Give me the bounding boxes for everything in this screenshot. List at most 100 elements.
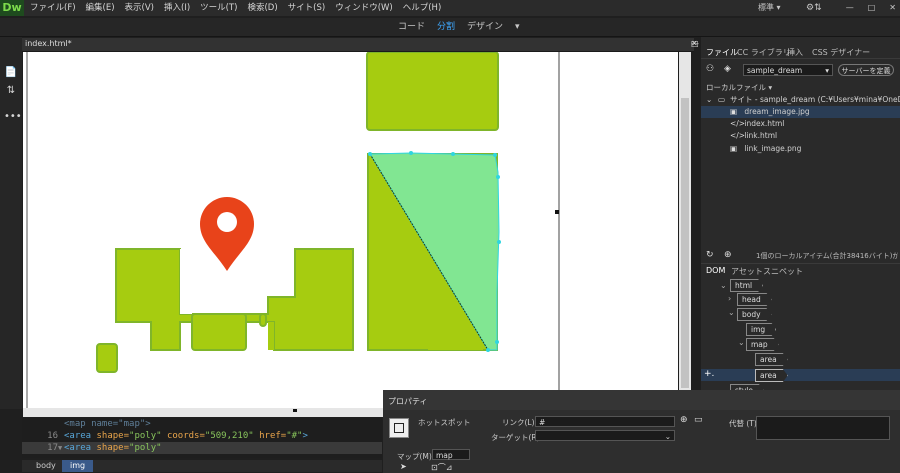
target-select[interactable]: ⌄ <box>535 430 675 441</box>
hotspot-point[interactable] <box>486 348 490 352</box>
tab-code[interactable]: コード <box>398 18 425 36</box>
document-icon[interactable]: 📄 <box>4 67 18 78</box>
menu-window[interactable]: ウィンドウ(W) <box>335 0 393 16</box>
dom-node-area-selected[interactable]: area <box>755 369 788 382</box>
fold-icon[interactable]: ▼ <box>58 442 62 454</box>
chevron-down-icon[interactable]: ⌄ <box>738 338 745 347</box>
file-name: link_image.png <box>744 144 802 153</box>
tab-design[interactable]: デザイン <box>467 18 503 36</box>
folder-icon: ▭ <box>718 95 726 104</box>
add-element-icon[interactable]: +. <box>704 369 714 379</box>
connect-icon[interactable]: ⚇ <box>706 64 714 74</box>
app-logo: Dw <box>0 0 24 16</box>
file-row[interactable]: ▣ link_image.png <box>730 143 801 155</box>
alt-label: 代替 (T) <box>729 419 757 428</box>
chevron-down-icon[interactable]: ⌄ <box>720 281 727 290</box>
tab-assets[interactable]: アセット <box>731 266 763 277</box>
map-name-input[interactable]: map <box>432 449 470 460</box>
menu-site[interactable]: サイト(S) <box>288 0 326 16</box>
hotspot-point[interactable] <box>451 152 455 156</box>
close-button[interactable]: ✕ <box>889 0 896 16</box>
panel-divider <box>701 263 900 264</box>
dom-node-body[interactable]: body <box>737 308 772 321</box>
dom-node-area[interactable]: area <box>755 353 788 366</box>
image-map-graphic <box>26 52 560 408</box>
alt-textarea[interactable] <box>756 416 890 440</box>
more-icon[interactable]: ••• <box>4 111 22 122</box>
tab-snippets[interactable]: スニペット <box>763 266 803 277</box>
menu-insert[interactable]: 挿入(I) <box>164 0 190 16</box>
maximize-button[interactable]: □ <box>868 0 876 16</box>
hotspot-point[interactable] <box>368 152 372 156</box>
refresh-icon[interactable]: ↻ <box>706 250 714 260</box>
menu-find[interactable]: 検索(D) <box>247 0 277 16</box>
chevron-down-icon: ⌄ <box>664 432 671 441</box>
tab-files[interactable]: ファイル <box>706 47 738 58</box>
link-input[interactable]: # <box>535 416 675 427</box>
code-tag: <area <box>64 431 92 441</box>
code-tag: <area <box>64 443 92 453</box>
pointer-tool-icon[interactable]: ➤ <box>400 462 407 471</box>
tab-insert[interactable]: 挿入 <box>787 47 803 58</box>
hotspot-point[interactable] <box>409 151 413 155</box>
document-titlebar: index.html* — □ ✕ <box>22 38 699 52</box>
design-view-canvas[interactable] <box>23 52 678 408</box>
code-attr: coords= <box>161 431 205 441</box>
hotspot-tools-icon[interactable]: ⊡⌒⊿ <box>431 462 452 473</box>
breadcrumb-img[interactable]: img <box>62 460 94 472</box>
globe-icon[interactable]: ⊕ <box>724 250 732 260</box>
tab-cc-libraries[interactable]: CC ライブラリ <box>737 47 791 58</box>
menu-help[interactable]: ヘルプ(H) <box>403 0 442 16</box>
code-view[interactable]: <map name="map"> 16 <area shape="poly" co… <box>22 418 382 458</box>
site-select[interactable]: sample_dream ▾ <box>743 64 833 76</box>
document-tab-title[interactable]: index.html* <box>25 39 72 48</box>
hotspot-icon <box>389 418 409 438</box>
folder-icon[interactable]: ▭ <box>694 415 703 425</box>
menu-file[interactable]: ファイル(F) <box>30 0 76 16</box>
chevron-right-icon[interactable]: › <box>728 294 731 303</box>
hotspot-point[interactable] <box>497 240 501 244</box>
hotspot-label: ホットスポット <box>418 418 471 427</box>
file-row[interactable]: </> index.html <box>730 118 784 130</box>
view-dropdown-icon[interactable]: ▾ <box>515 18 520 36</box>
chevron-down-icon[interactable]: ⌄ <box>728 308 735 317</box>
menu-tools[interactable]: ツール(T) <box>200 0 237 16</box>
line-number: 16 <box>47 431 58 441</box>
map-block-gap <box>268 322 274 350</box>
diamond-icon[interactable]: ◈ <box>724 64 731 74</box>
tab-css-designer[interactable]: CSS デザイナー <box>812 47 870 58</box>
hotspot-point[interactable] <box>493 153 497 157</box>
map-block-small-a <box>191 313 247 351</box>
window-controls: — □ ✕ <box>846 0 896 16</box>
hotspot-point[interactable] <box>495 340 499 344</box>
left-toolbar: 📄 ⇅ ••• <box>0 37 22 409</box>
code-tag: > <box>302 431 308 441</box>
dom-node-map[interactable]: map <box>746 338 779 351</box>
breadcrumb-body[interactable]: body <box>28 460 64 472</box>
dom-node-img[interactable]: img <box>746 323 777 336</box>
menu-edit[interactable]: 編集(E) <box>86 0 115 16</box>
vertical-scroll-thumb[interactable] <box>681 98 689 388</box>
workspace-switcher[interactable]: 標準 ▾ <box>758 0 781 16</box>
define-server-button[interactable]: サーバーを定義 <box>838 64 894 76</box>
point-to-file-icon[interactable]: ⊕ <box>680 415 688 425</box>
tab-dom[interactable]: DOM <box>706 266 725 275</box>
file-row[interactable]: </> link.html <box>730 130 777 142</box>
minimize-button[interactable]: — <box>846 0 854 16</box>
sort-icon[interactable]: ⇅ <box>4 85 18 96</box>
doc-close-button[interactable]: ✕ <box>691 39 698 48</box>
map-block-tiny <box>259 313 267 327</box>
site-root-row[interactable]: ⌄ ▭ サイト - sample_dream (C:¥Users¥mina¥OneD… <box>706 94 900 106</box>
sync-settings-icon[interactable]: ⚙⇅ <box>806 0 822 16</box>
hotspot-point[interactable] <box>496 175 500 179</box>
file-row[interactable]: ▣ dream_image.jpg <box>730 106 810 118</box>
code-value: "poly" <box>129 431 162 441</box>
dom-node-head[interactable]: head <box>737 293 772 306</box>
local-files-label[interactable]: ローカルファイル ▾ <box>706 82 772 93</box>
menu-view[interactable]: 表示(V) <box>125 0 154 16</box>
file-name: index.html <box>744 119 785 128</box>
dom-node-html[interactable]: html <box>730 279 764 292</box>
resize-handle-bottom[interactable] <box>293 409 297 412</box>
resize-handle-right[interactable] <box>555 210 559 214</box>
tab-split[interactable]: 分割 <box>437 18 455 36</box>
